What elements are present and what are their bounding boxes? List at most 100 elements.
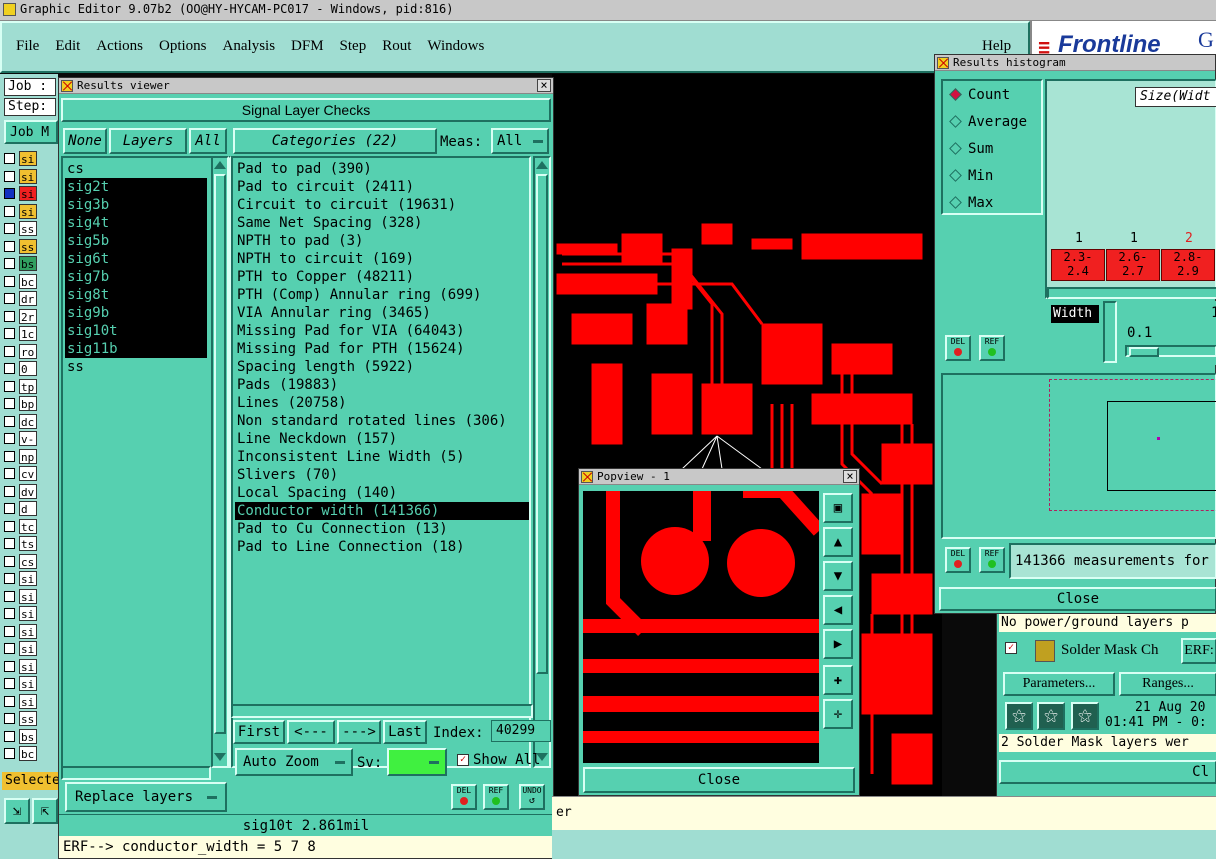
last-button[interactable]: Last	[383, 720, 427, 744]
index-input[interactable]: 40299	[491, 720, 551, 742]
layer-checkbox[interactable]	[4, 748, 15, 760]
popview-close-button[interactable]: Close	[583, 767, 855, 793]
meas-dropdown[interactable]: All	[491, 128, 549, 154]
layer-strip-row[interactable]: v-	[4, 430, 58, 448]
close-icon[interactable]: ×	[537, 79, 551, 92]
layer-checkbox[interactable]	[4, 275, 15, 287]
ranges-button[interactable]: Ranges...	[1119, 672, 1216, 696]
job-manager-button[interactable]: Job M	[4, 120, 58, 144]
erf-button[interactable]: ERF:	[1181, 638, 1216, 664]
scroll-up-icon[interactable]	[214, 161, 226, 169]
layer-strip-row[interactable]: bc	[4, 273, 58, 291]
category-item[interactable]: Inconsistent Line Width (5)	[235, 448, 529, 466]
hist-option-average[interactable]: Average	[943, 108, 1041, 135]
category-item[interactable]: Non standard rotated lines (306)	[235, 412, 529, 430]
layer-strip-row[interactable]: tp	[4, 378, 58, 396]
layer-checkbox[interactable]	[4, 415, 15, 427]
category-item[interactable]: Pad to Line Connection (18)	[235, 538, 529, 556]
pan-down-icon[interactable]: ▼	[823, 561, 853, 591]
close-icon[interactable]: ×	[843, 470, 857, 483]
layer-strip-row[interactable]: ss	[4, 220, 58, 238]
layers-scrollbar[interactable]	[211, 156, 229, 768]
layer-item[interactable]: sig8t	[65, 286, 207, 304]
layer-checkbox[interactable]	[4, 660, 15, 672]
categories-scrollbar[interactable]	[533, 156, 551, 768]
layer-item[interactable]: sig5b	[65, 232, 207, 250]
layer-checkbox[interactable]	[4, 625, 15, 637]
menu-analysis[interactable]: Analysis	[223, 38, 276, 55]
layer-checkbox[interactable]	[4, 363, 15, 375]
scroll-up-icon[interactable]	[536, 161, 548, 169]
layer-strip-row[interactable]: ss	[4, 710, 58, 728]
layer-checkbox[interactable]	[4, 223, 15, 235]
show-all-checkbox[interactable]: ✓	[457, 754, 469, 766]
layer-strip-row[interactable]: ts	[4, 535, 58, 553]
layer-item[interactable]: sig3b	[65, 196, 207, 214]
layer-item[interactable]: sig10t	[65, 322, 207, 340]
layer-checkbox[interactable]	[4, 730, 15, 742]
layer-strip-row[interactable]: tc	[4, 518, 58, 536]
layer-checkbox[interactable]	[4, 433, 15, 445]
layer-checkbox[interactable]	[4, 695, 15, 707]
layer-checkbox[interactable]	[4, 310, 15, 322]
layers-button[interactable]: Layers	[109, 128, 187, 154]
layer-item[interactable]: cs	[65, 160, 207, 178]
layer-strip-row[interactable]: si	[4, 203, 58, 221]
results-viewer-titlebar[interactable]: Results viewer ×	[59, 78, 553, 94]
none-button[interactable]: None	[63, 128, 107, 154]
category-item[interactable]: PTH (Comp) Annular ring (699)	[235, 286, 529, 304]
pan-right-icon[interactable]: ▶	[823, 629, 853, 659]
layer-item[interactable]: sig11b	[65, 340, 207, 358]
next-button[interactable]: --->	[337, 720, 381, 744]
categories-button[interactable]: Categories (22)	[233, 128, 437, 154]
hist-bin[interactable]: 2.3- 2.4	[1051, 249, 1105, 281]
width-slider[interactable]	[1125, 345, 1216, 357]
hist-ref-button-top[interactable]: REF	[979, 335, 1005, 361]
hist-bin[interactable]: 2.8- 2.9	[1161, 249, 1215, 281]
layer-strip-row[interactable]: si	[4, 588, 58, 606]
layer-strip-row[interactable]: 0	[4, 360, 58, 378]
category-item[interactable]: Conductor width (141366)	[235, 502, 529, 520]
layer-strip-row[interactable]: np	[4, 448, 58, 466]
layer-checkbox[interactable]	[4, 328, 15, 340]
layer-strip-row[interactable]: ro	[4, 343, 58, 361]
auto-zoom-button[interactable]: Auto Zoom	[235, 748, 353, 776]
all-layers-button[interactable]: All	[189, 128, 227, 154]
layer-strip-row[interactable]: ss	[4, 238, 58, 256]
layers-hscrollbar[interactable]	[61, 766, 211, 780]
category-item[interactable]: Lines (20758)	[235, 394, 529, 412]
layer-checkbox[interactable]	[4, 153, 15, 165]
layer-item[interactable]: sig6t	[65, 250, 207, 268]
layer-checkbox[interactable]	[4, 520, 15, 532]
layer-checkbox[interactable]	[4, 468, 15, 480]
hist-hscrollbar[interactable]	[1047, 287, 1216, 299]
layer-checkbox[interactable]	[4, 398, 15, 410]
menu-options[interactable]: Options	[159, 38, 207, 55]
layer-strip-row[interactable]: si	[4, 623, 58, 641]
signal-layer-checks-header[interactable]: Signal Layer Checks	[61, 98, 551, 122]
layer-checkbox[interactable]	[4, 713, 15, 725]
categories-hscrollbar[interactable]	[231, 704, 533, 718]
replace-layers-button[interactable]: Replace layers	[65, 782, 227, 812]
layer-checkbox[interactable]	[4, 170, 15, 182]
layer-strip-row[interactable]: dr	[4, 290, 58, 308]
layer-strip-row[interactable]: bs	[4, 255, 58, 273]
run-icon-2[interactable]: ⚝	[1037, 702, 1065, 730]
layer-strip-row[interactable]: si	[4, 570, 58, 588]
layer-checkbox[interactable]	[4, 555, 15, 567]
layer-strip-row[interactable]: dc	[4, 413, 58, 431]
popview-titlebar[interactable]: Popview - 1 ×	[579, 469, 859, 485]
layer-strip-row[interactable]: cs	[4, 553, 58, 571]
run-icon-1[interactable]: ⚝	[1005, 702, 1033, 730]
layer-checkbox[interactable]	[4, 188, 15, 200]
menu-file[interactable]: File	[16, 38, 39, 55]
layer-strip-row[interactable]: 1c	[4, 325, 58, 343]
category-item[interactable]: Slivers (70)	[235, 466, 529, 484]
prev-button[interactable]: <---	[287, 720, 335, 744]
layer-strip-row[interactable]: si	[4, 150, 58, 168]
layer-strip-row[interactable]: si	[4, 168, 58, 186]
ref-button[interactable]: REF	[483, 784, 509, 810]
help-menu[interactable]: Help	[982, 38, 1011, 55]
hist-option-sum[interactable]: Sum	[943, 135, 1041, 162]
layer-checkbox[interactable]	[4, 678, 15, 690]
